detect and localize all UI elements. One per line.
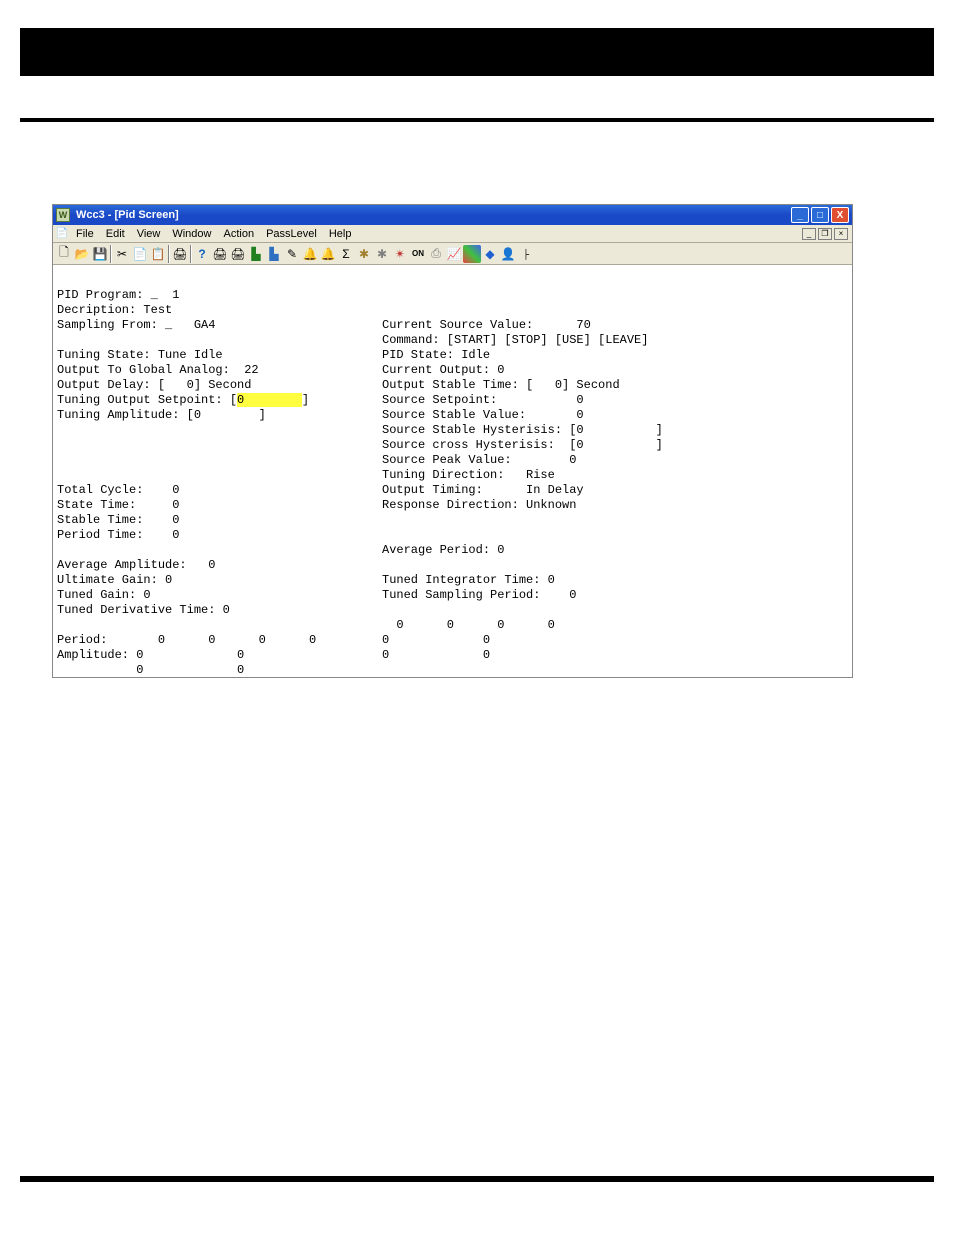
menu-bar: 📄 File Edit View Window Action PassLevel… [53,225,852,243]
app-icon: W [56,208,70,222]
mdi-close-button[interactable]: × [834,228,848,240]
title-bar: W Wcc3 - [Pid Screen] _ □ X [53,205,852,225]
toolbar-separator [190,245,192,263]
output-timing-label: Output Timing: In Delay [382,483,584,497]
tuned-integrator-time-label: Tuned Integrator Time: 0 [382,573,555,587]
copy-icon[interactable]: 📄 [131,245,149,263]
page-divider-bottom [20,1176,934,1182]
toolbar: 🗋 📂 💾 ✂ 📄 📋 🖨 ? 🖨 🖨 ▙ ▙ ✎ 🔔 🔔 Σ ✱ ✱ ✴ ON… [53,243,852,265]
person-icon[interactable]: 👤 [499,245,517,263]
star-icon[interactable]: ✱ [373,245,391,263]
bell-icon[interactable]: 🔔 [301,245,319,263]
app-window: W Wcc3 - [Pid Screen] _ □ X 📄 File Edit … [52,204,853,678]
menu-view[interactable]: View [132,228,166,240]
tuning-state-label: Tuning State: Tune Idle [57,348,223,362]
document-icon: 📄 [55,227,69,241]
pid-screen-content: PID Program: _ 1 Decription: Test Sampli… [53,265,852,677]
period-row: Period: 0 0 0 0 [57,633,316,647]
window-title: Wcc3 - [Pid Screen] [76,209,179,221]
paste-icon[interactable]: 📋 [149,245,167,263]
state-time-label: State Time: 0 [57,498,179,512]
output-delay-label: Output Delay: [ 0] Second [57,378,251,392]
help-icon[interactable]: ? [193,245,211,263]
tuned-sampling-period-label: Tuned Sampling Period: 0 [382,588,576,602]
diamond-icon[interactable]: ◆ [481,245,499,263]
toolbar-separator [168,245,170,263]
tool-icon[interactable]: ▙ [265,245,283,263]
source-stable-hysterisis-label[interactable]: Source Stable Hysterisis: [0 ] [382,423,663,437]
period-row-right: 0 0 0 0 [382,618,555,632]
amplitude-row-extra: 0 0 [57,663,244,677]
tuned-derivative-time-label: Tuned Derivative Time: 0 [57,603,230,617]
average-period-label: Average Period: 0 [382,543,504,557]
minimize-button[interactable]: _ [791,207,809,223]
total-cycle-label: Total Cycle: 0 [57,483,179,497]
new-icon[interactable]: 🗋 [55,245,73,263]
open-icon[interactable]: 📂 [73,245,91,263]
ultimate-gain-label: Ultimate Gain: 0 [57,573,172,587]
print3-icon[interactable]: 🖨 [229,245,247,263]
tuned-gain-label: Tuned Gain: 0 [57,588,151,602]
current-source-value-label: Current Source Value: 70 [382,318,591,332]
close-button[interactable]: X [831,207,849,223]
menu-passlevel[interactable]: PassLevel [261,228,322,240]
maximize-button[interactable]: □ [811,207,829,223]
source-setpoint-label: Source Setpoint: 0 [382,393,584,407]
menu-window[interactable]: Window [167,228,216,240]
amplitude-row: Amplitude: 0 0 [57,648,244,662]
output-global-analog-label: Output To Global Analog: 22 [57,363,259,377]
output-stable-time-label: Output Stable Time: [ 0] Second [382,378,620,392]
tool-icon[interactable]: ▙ [247,245,265,263]
tuning-direction-label: Tuning Direction: Rise [382,468,555,482]
on-icon[interactable]: ON [409,245,427,263]
command-row[interactable]: Command: [START] [STOP] [USE] [LEAVE] [382,333,648,347]
window-controls: _ □ X [791,207,849,223]
response-direction-label: Response Direction: Unknown [382,498,576,512]
tuning-setpoint-pre: Tuning Output Setpoint: [ [57,393,237,407]
tuning-amplitude-label[interactable]: Tuning Amplitude: [0 ] [57,408,266,422]
menu-file[interactable]: File [71,228,99,240]
palette-icon[interactable] [463,245,481,263]
toolbar-separator [110,245,112,263]
star-icon[interactable]: ✱ [355,245,373,263]
page-divider-top [20,118,934,122]
bell-icon[interactable]: 🔔 [319,245,337,263]
menu-edit[interactable]: Edit [101,228,130,240]
stable-time-label: Stable Time: 0 [57,513,179,527]
source-stable-value-label: Source Stable Value: 0 [382,408,584,422]
amplitude-row-extra-right: 0 0 [382,648,490,662]
description-label: Decription: Test [57,303,172,317]
sampling-from-label: Sampling From: _ GA4 [57,318,215,332]
save-icon[interactable]: 💾 [91,245,109,263]
gear-icon[interactable]: ✴ [391,245,409,263]
chart-icon[interactable]: 📈 [445,245,463,263]
pid-program-label: PID Program: _ 1 [57,288,179,302]
print2-icon[interactable]: 🖨 [211,245,229,263]
menu-action[interactable]: Action [218,228,259,240]
pid-state-label: PID State: Idle [382,348,490,362]
period-time-label: Period Time: 0 [57,528,179,542]
mdi-minimize-button[interactable]: _ [802,228,816,240]
tree-icon[interactable]: ├ [517,245,535,263]
cut-icon[interactable]: ✂ [113,245,131,263]
tuning-setpoint-post: ] [302,393,309,407]
menu-help[interactable]: Help [324,228,357,240]
mdi-restore-button[interactable]: ❐ [818,228,832,240]
tuning-output-setpoint-input[interactable]: 0 [237,393,302,407]
source-cross-hysterisis-label[interactable]: Source cross Hysterisis: [0 ] [382,438,663,452]
page-header-blackbox [20,28,934,76]
amplitude-row-right: 0 0 [382,633,490,647]
source-peak-value-label: Source Peak Value: 0 [382,453,576,467]
tool-icon[interactable]: ⎙ [427,245,445,263]
print-icon[interactable]: 🖨 [171,245,189,263]
curve-icon[interactable]: ✎ [283,245,301,263]
sigma-icon[interactable]: Σ [337,245,355,263]
current-output-label: Current Output: 0 [382,363,504,377]
mdi-controls: _ ❐ × [802,228,850,240]
average-amplitude-label: Average Amplitude: 0 [57,558,215,572]
